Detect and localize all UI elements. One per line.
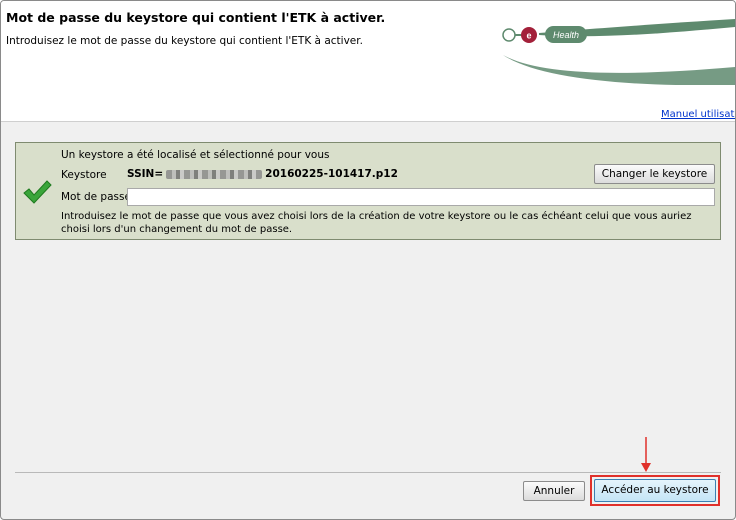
access-keystore-button[interactable]: Accéder au keystore: [594, 479, 716, 502]
redacted-ssin: [166, 169, 263, 179]
checkmark-icon: [23, 180, 52, 204]
password-label: Mot de passe: [61, 191, 131, 203]
keystore-file-suffix: 20160225-101417.p12: [265, 168, 398, 180]
password-field[interactable]: [127, 188, 715, 206]
keystore-found-text: Un keystore a été localisé et sélectionn…: [61, 149, 330, 161]
change-keystore-button[interactable]: Changer le keystore: [594, 164, 715, 184]
keystore-panel: Un keystore a été localisé et sélectionn…: [15, 142, 721, 240]
page-subtitle: Introduisez le mot de passe du keystore …: [6, 35, 363, 47]
ehealth-logo: e Health: [502, 19, 735, 85]
logo-letter: e: [526, 31, 531, 41]
dialog-window: Mot de passe du keystore qui contient l'…: [0, 0, 736, 520]
keystore-filename: SSIN= 20160225-101417.p12: [127, 168, 398, 180]
arrow-down-icon: [641, 437, 651, 472]
cancel-button[interactable]: Annuler: [523, 481, 585, 501]
password-help-text: Introduisez le mot de passe que vous ave…: [61, 211, 692, 235]
page-title: Mot de passe du keystore qui contient l'…: [6, 10, 386, 25]
footer-divider: [15, 472, 721, 473]
user-manual-link[interactable]: Manuel utilisateu: [661, 109, 735, 120]
keystore-label: Keystore: [61, 169, 107, 181]
logo-text: Health: [553, 30, 579, 40]
keystore-ssin-prefix: SSIN=: [127, 168, 164, 180]
header-banner: Mot de passe du keystore qui contient l'…: [1, 1, 735, 122]
